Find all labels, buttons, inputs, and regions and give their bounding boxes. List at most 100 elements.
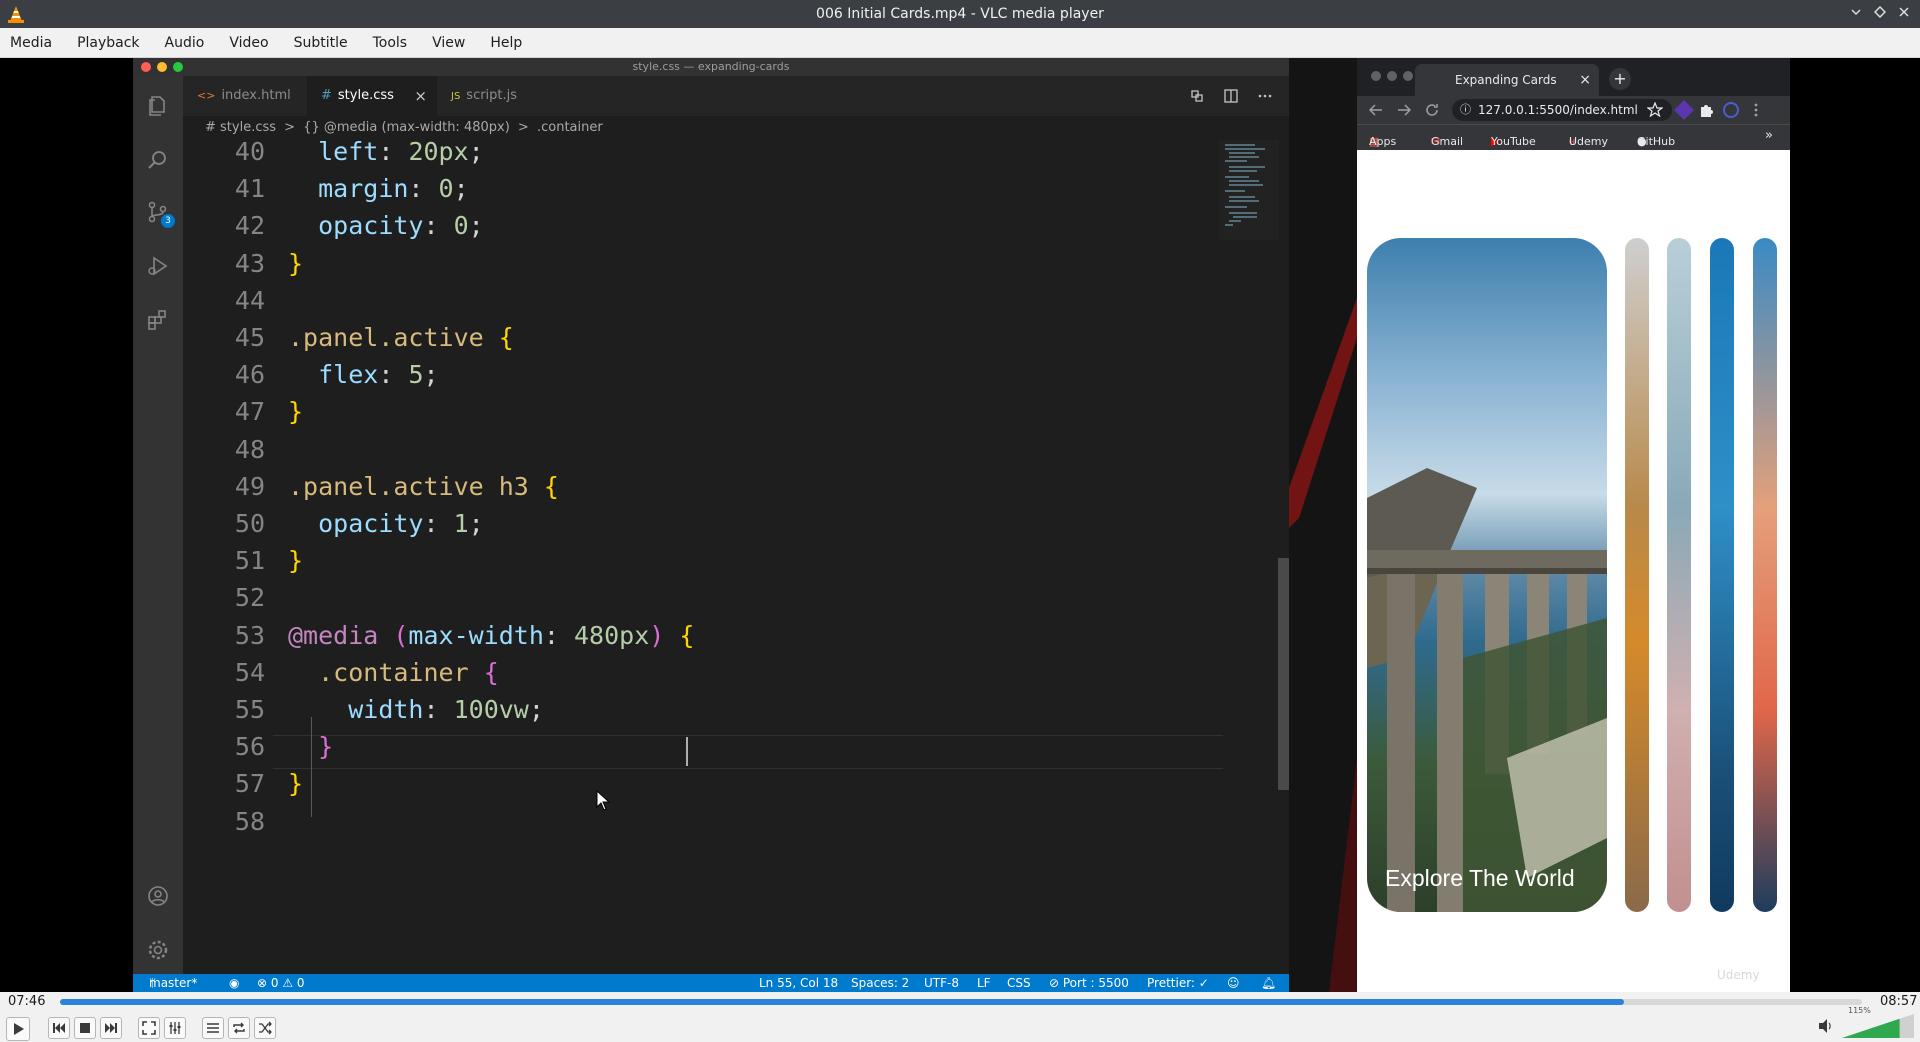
text-cursor (686, 737, 688, 766)
next-button[interactable] (100, 1017, 122, 1039)
menu-video[interactable]: Video (229, 35, 268, 51)
split-editor-icon[interactable] (1223, 88, 1239, 104)
close-icon[interactable] (1894, 4, 1914, 24)
more-actions-icon[interactable] (1257, 88, 1273, 104)
elapsed-time[interactable]: 07:46 (8, 994, 45, 1009)
editor-scrollbar[interactable] (1278, 558, 1289, 790)
code-editor[interactable]: 40 left: 20px; 41 margin: 0; 42 opacity: 0… (183, 140, 1225, 974)
fullscreen-button[interactable] (138, 1017, 160, 1039)
card-mountain[interactable] (1753, 238, 1777, 912)
stop-button[interactable] (74, 1017, 96, 1039)
problems-count[interactable]: ⊗ 0 ⚠ 0 (257, 974, 305, 992)
settings-gear-icon[interactable] (146, 938, 170, 962)
total-time[interactable]: 08:57 (1880, 994, 1917, 1009)
live-share-icon[interactable]: ◉ (229, 974, 239, 992)
open-changes-icon[interactable] (1189, 88, 1205, 104)
extensions-puzzle-icon[interactable] (1699, 103, 1713, 117)
card-active[interactable]: Explore The World (1367, 238, 1607, 912)
end-of-line[interactable]: LF (977, 974, 991, 992)
minimize-icon[interactable] (1846, 4, 1866, 24)
bookmark-label: Apps (1369, 135, 1397, 148)
menu-media[interactable]: Media (10, 35, 52, 51)
close-dot-icon[interactable] (1371, 71, 1381, 81)
card-city[interactable] (1710, 238, 1734, 912)
reload-icon[interactable] (1425, 103, 1439, 117)
extension-icon[interactable] (1674, 100, 1694, 120)
profile-avatar[interactable] (1723, 102, 1739, 118)
video-area[interactable]: style.css — expanding-cards 3 <> index.ht… (0, 58, 1920, 992)
menu-tools[interactable]: Tools (373, 35, 408, 51)
tab-close-icon[interactable]: × (1579, 64, 1591, 96)
minimap[interactable] (1219, 140, 1279, 240)
seek-slider[interactable] (60, 999, 1862, 1005)
zoom-dot-icon[interactable] (173, 62, 183, 72)
tab-close-icon[interactable]: × (414, 76, 427, 116)
vscode-window-title: style.css — expanding-cards (632, 60, 790, 73)
menu-help[interactable]: Help (490, 35, 522, 51)
run-debug-icon[interactable] (146, 254, 170, 278)
tab-style-css[interactable]: # style.css × (307, 76, 437, 116)
zoom-dot-icon[interactable] (1403, 71, 1413, 81)
fullscreen-icon (142, 1021, 156, 1035)
search-icon[interactable] (146, 148, 170, 172)
back-arrow-icon[interactable] (1369, 104, 1383, 116)
card-beach[interactable] (1667, 238, 1691, 912)
extended-settings-button[interactable] (164, 1017, 186, 1039)
feedback-icon[interactable]: ☺ (1227, 974, 1240, 992)
line-number: 54 (234, 657, 265, 687)
line-number: 40 (234, 140, 265, 166)
volume-speaker-icon[interactable] (1818, 1018, 1834, 1034)
status-bar: ᛘ master* ◉ ⊗ 0 ⚠ 0 Ln 55, Col 18 Spaces:… (133, 974, 1289, 992)
menu-view[interactable]: View (432, 35, 465, 51)
scm-badge: 3 (161, 214, 175, 228)
accounts-icon[interactable] (146, 884, 170, 908)
stop-icon (80, 1023, 90, 1033)
notifications-bell-icon[interactable]: 🔔︎ (1261, 974, 1276, 992)
tab-script-js[interactable]: JS script.js (437, 76, 561, 116)
close-dot-icon[interactable] (141, 62, 151, 72)
card-forest[interactable] (1625, 238, 1649, 912)
forward-arrow-icon[interactable] (1397, 104, 1411, 116)
menu-playback[interactable]: Playback (77, 35, 139, 51)
previous-button[interactable] (48, 1017, 70, 1039)
address-bar[interactable]: ⓘ 127.0.0.1:5500/index.html (1452, 99, 1672, 121)
minimize-dot-icon[interactable] (1387, 71, 1397, 81)
breadcrumb-media[interactable]: {} @media (max-width: 480px) (303, 120, 510, 135)
code-token: } (318, 732, 334, 762)
minimize-dot-icon[interactable] (157, 62, 167, 72)
browser-tab[interactable]: Expanding Cards × (1415, 64, 1599, 96)
play-button[interactable] (6, 1017, 30, 1041)
cursor-position[interactable]: Ln 55, Col 18 (759, 974, 838, 992)
line-number: 45 (234, 323, 265, 352)
playlist-button[interactable] (202, 1017, 224, 1039)
volume-slider[interactable] (1842, 1014, 1914, 1038)
indentation[interactable]: Spaces: 2 (851, 974, 909, 992)
tab-index-html[interactable]: <> index.html (183, 76, 307, 116)
live-server-port[interactable]: ⊘ Port : 5500 (1049, 974, 1129, 992)
chrome-menu-icon[interactable] (1751, 102, 1761, 118)
maximize-icon[interactable] (1870, 4, 1890, 24)
new-tab-icon[interactable]: + (1609, 68, 1631, 90)
breadcrumb-file[interactable]: # style.css (205, 120, 276, 135)
code-line: } (288, 546, 303, 575)
bookmarks-overflow-icon[interactable]: » (1765, 128, 1773, 143)
explorer-icon[interactable] (146, 94, 170, 118)
code-line: .container { (288, 658, 499, 687)
vscode-window: style.css — expanding-cards 3 <> index.ht… (133, 58, 1289, 992)
loop-button[interactable] (228, 1017, 250, 1039)
prettier-status[interactable]: Prettier: ✓ (1147, 974, 1209, 992)
encoding[interactable]: UTF-8 (924, 974, 959, 992)
menu-audio[interactable]: Audio (165, 35, 205, 51)
shuffle-button[interactable] (254, 1017, 276, 1039)
site-info-icon[interactable]: ⓘ (1460, 99, 1471, 121)
extensions-icon[interactable] (146, 308, 170, 332)
css-file-icon: # (321, 88, 332, 103)
menu-subtitle[interactable]: Subtitle (294, 35, 348, 51)
bookmark-star-icon[interactable] (1647, 102, 1663, 118)
bookmarks-bar: ▦ Apps ✉ Gmail ▶ YouTube ᵾ Udemy ● GitHub » (1357, 124, 1790, 150)
breadcrumb-selector[interactable]: .container (537, 120, 603, 135)
language-mode[interactable]: CSS (1007, 974, 1031, 992)
